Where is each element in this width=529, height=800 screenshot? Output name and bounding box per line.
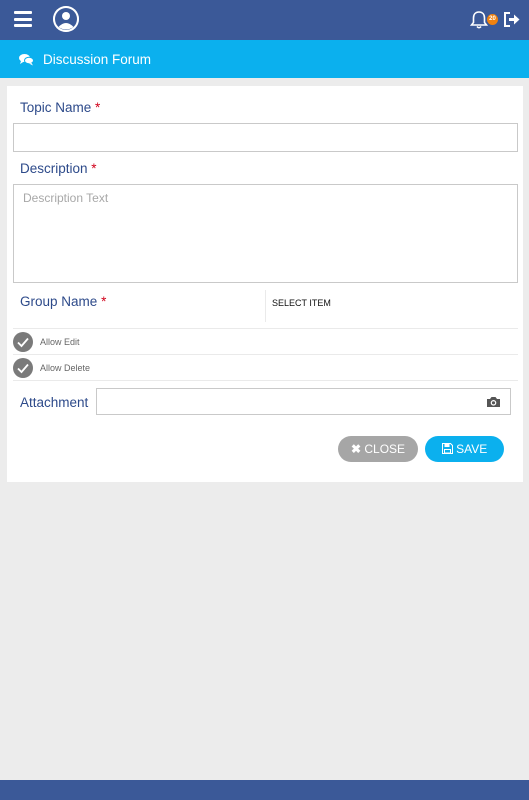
- divider: [13, 328, 518, 329]
- camera-icon[interactable]: [486, 395, 501, 413]
- page-title: Discussion Forum: [43, 52, 152, 67]
- attachment-label: Attachment: [20, 395, 89, 410]
- divider: [13, 380, 518, 381]
- allow-delete-label: Allow Delete: [40, 363, 91, 373]
- allow-delete-checkbox[interactable]: [13, 358, 33, 378]
- check-icon: [17, 337, 29, 348]
- group-name-select[interactable]: SELECT ITEM: [272, 298, 331, 308]
- description-label: Description *: [20, 161, 97, 176]
- close-button-label: CLOSE: [364, 442, 406, 456]
- allow-edit-checkbox[interactable]: [13, 332, 33, 352]
- hamburger-menu-icon[interactable]: [14, 11, 32, 27]
- bottom-bar: [0, 780, 529, 800]
- close-icon: ✖: [350, 442, 362, 456]
- save-button-label: SAVE: [456, 442, 488, 456]
- save-button[interactable]: SAVE: [425, 436, 504, 462]
- top-app-bar: [0, 0, 529, 40]
- close-button[interactable]: ✖ CLOSE: [338, 436, 418, 462]
- save-icon: [441, 437, 453, 463]
- topic-name-input[interactable]: [13, 123, 518, 152]
- notification-badge: 20: [487, 14, 498, 25]
- avatar[interactable]: [53, 6, 79, 32]
- description-textarea[interactable]: [13, 184, 518, 283]
- divider: [13, 354, 518, 355]
- attachment-input[interactable]: [96, 388, 511, 415]
- logout-icon[interactable]: [503, 11, 521, 28]
- comments-icon: [19, 53, 34, 71]
- topic-name-label: Topic Name *: [20, 100, 101, 115]
- group-divider: [265, 290, 266, 322]
- bell-icon[interactable]: [469, 10, 489, 30]
- check-icon: [17, 363, 29, 374]
- user-icon: [53, 6, 79, 32]
- group-name-label: Group Name *: [20, 294, 107, 309]
- allow-edit-label: Allow Edit: [40, 337, 80, 347]
